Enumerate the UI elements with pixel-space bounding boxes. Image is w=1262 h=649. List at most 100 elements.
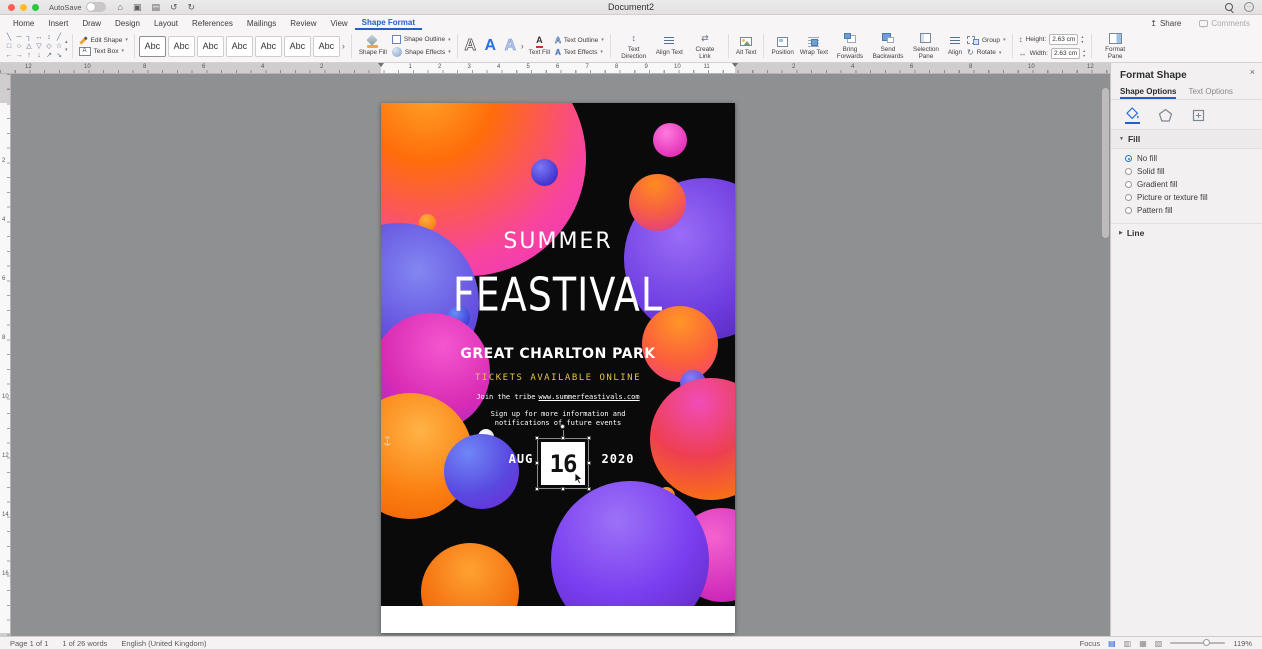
shape-gallery-item[interactable]: ╱ — [54, 33, 64, 42]
outline-view-icon[interactable]: ▦ — [1139, 639, 1147, 648]
shape-style-thumb[interactable]: Abc — [283, 35, 311, 57]
wordart-style-thumb[interactable]: A — [502, 37, 519, 55]
shape-gallery-item[interactable]: ○ — [14, 42, 24, 51]
indent-marker[interactable] — [732, 63, 738, 70]
tab-review[interactable]: Review — [283, 17, 323, 30]
group-button[interactable]: Group ▾ — [965, 35, 1008, 45]
word-count[interactable]: 1 of 26 words — [62, 639, 107, 648]
alt-text-button[interactable]: Alt Text — [733, 35, 760, 56]
shape-gallery-item[interactable]: ← — [4, 51, 14, 60]
tab-text-options[interactable]: Text Options — [1188, 85, 1232, 99]
text-outline-button[interactable]: A Text Outline ▾ — [553, 35, 606, 45]
shape-outline-button[interactable]: Shape Outline ▾ — [390, 35, 453, 44]
height-input[interactable]: 2.63 cm — [1049, 33, 1079, 45]
gallery-up-icon[interactable]: ▴ — [65, 39, 68, 45]
selection-handle[interactable] — [587, 436, 591, 440]
save-icon[interactable]: ▣ — [133, 2, 142, 13]
align-text-button[interactable]: Align Text — [653, 35, 686, 56]
shape-width-field[interactable]: ↔ Width: 2.63 cm ▴ ▾ — [1017, 47, 1088, 59]
shape-style-thumb[interactable]: Abc — [254, 35, 282, 57]
send-backwards-button[interactable]: Send Backwards — [869, 32, 907, 60]
selection-handle[interactable] — [535, 461, 539, 465]
tab-shape-options[interactable]: Shape Options — [1120, 85, 1177, 99]
fill-option-picture-or-texture-fill[interactable]: Picture or texture fill — [1111, 191, 1262, 204]
horizontal-ruler[interactable]: 12 10 8 6 4 2 1 2 3 4 5 6 7 8 9 10 11 2 4 6 8 10 12 — [0, 63, 1110, 74]
selection-handle[interactable] — [561, 487, 565, 491]
comments-button[interactable]: Comments — [1199, 19, 1250, 28]
document-canvas[interactable]: 2 4 6 8 10 12 14 16 SUMMER FEASTIVAL GRE… — [0, 74, 1110, 636]
zoom-window-button[interactable] — [32, 3, 39, 11]
shape-style-thumb[interactable]: Abc — [225, 35, 253, 57]
fill-option-pattern-fill[interactable]: Pattern fill — [1111, 204, 1262, 217]
width-input[interactable]: 2.63 cm — [1051, 47, 1081, 59]
shape-gallery-item[interactable]: ↗ — [44, 51, 54, 60]
create-link-button[interactable]: ⇄ Create Link — [686, 32, 724, 60]
shape-gallery-item[interactable]: △ — [24, 42, 34, 51]
step-up-icon[interactable]: ▴ — [1081, 34, 1083, 39]
shape-fill-button[interactable]: Shape Fill — [356, 35, 390, 56]
zoom-slider[interactable] — [1170, 639, 1226, 646]
tab-mailings[interactable]: Mailings — [240, 17, 283, 30]
step-up-icon[interactable]: ▴ — [1083, 48, 1085, 53]
shape-gallery-item[interactable]: ↑ — [24, 51, 34, 60]
shape-style-thumb[interactable]: Abc — [312, 35, 340, 57]
tab-design[interactable]: Design — [108, 17, 147, 30]
tab-shape-format[interactable]: Shape Format — [354, 16, 423, 30]
effects-icon[interactable] — [1158, 108, 1173, 123]
home-icon[interactable]: ⌂ — [118, 2, 123, 13]
shape-gallery-item[interactable]: ┐ — [24, 33, 34, 42]
zoom-slider-thumb[interactable] — [1203, 639, 1211, 646]
redo-icon[interactable]: ↻ — [188, 2, 196, 13]
poster-shape[interactable]: SUMMER FEASTIVAL GREAT CHARLTON PARK TIC… — [381, 103, 735, 606]
line-section-header[interactable]: ▶ Line — [1111, 223, 1262, 242]
shape-gallery-item[interactable]: □ — [4, 42, 14, 51]
fill-section-header[interactable]: ▼ Fill — [1111, 130, 1262, 149]
tab-insert[interactable]: Insert — [41, 17, 75, 30]
share-button[interactable]: ↥ Share — [1150, 19, 1181, 28]
close-panel-button[interactable]: × — [1250, 68, 1255, 77]
close-window-button[interactable] — [8, 3, 15, 11]
align-button[interactable]: Align — [945, 35, 965, 56]
shape-gallery-item[interactable]: ◇ — [44, 42, 54, 51]
tab-references[interactable]: References — [185, 17, 240, 30]
text-fill-button[interactable]: A Text Fill — [526, 35, 553, 56]
draft-view-icon[interactable]: ▧ — [1155, 639, 1163, 648]
vertical-ruler[interactable]: 2 4 6 8 10 12 14 16 — [0, 74, 11, 636]
height-stepper[interactable]: ▴ ▾ — [1081, 34, 1083, 44]
gallery-down-icon[interactable]: ▾ — [65, 47, 68, 53]
autosave-toggle[interactable]: AutoSave — [49, 2, 106, 12]
step-down-icon[interactable]: ▾ — [1081, 39, 1083, 44]
focus-button[interactable]: Focus — [1080, 639, 1100, 648]
fill-option-gradient-fill[interactable]: Gradient fill — [1111, 178, 1262, 191]
shape-gallery-item[interactable]: ▽ — [34, 42, 44, 51]
account-icon[interactable]: ⋯ — [1244, 2, 1254, 12]
tab-draw[interactable]: Draw — [75, 17, 108, 30]
rotation-handle[interactable] — [560, 424, 565, 429]
style-gallery-more-icon[interactable]: › — [342, 41, 345, 51]
fill-option-no-fill[interactable]: No fill — [1111, 152, 1262, 165]
minimize-window-button[interactable] — [20, 3, 27, 11]
tab-view[interactable]: View — [323, 17, 354, 30]
shape-gallery-item[interactable]: ╲ — [4, 33, 14, 42]
shape-gallery-item[interactable]: ☆ — [54, 42, 64, 51]
selection-handle[interactable] — [587, 487, 591, 491]
document-page[interactable]: SUMMER FEASTIVAL GREAT CHARLTON PARK TIC… — [381, 103, 735, 633]
layout-properties-icon[interactable] — [1191, 108, 1206, 123]
vertical-scrollbar[interactable] — [1102, 88, 1109, 238]
wordart-style-thumb[interactable]: A — [462, 37, 479, 55]
selection-handle[interactable] — [587, 461, 591, 465]
width-stepper[interactable]: ▴ ▾ — [1083, 48, 1085, 58]
wrap-text-button[interactable]: Wrap Text — [797, 35, 831, 56]
bring-forwards-button[interactable]: Bring Forwards — [831, 32, 869, 60]
shape-gallery-item[interactable]: ↘ — [54, 51, 64, 60]
selection-handle[interactable] — [535, 487, 539, 491]
selection-pane-button[interactable]: Selection Pane — [907, 32, 945, 60]
tab-layout[interactable]: Layout — [147, 17, 185, 30]
zoom-level[interactable]: 119% — [1233, 639, 1252, 648]
wordart-style-thumb[interactable]: A — [482, 37, 499, 55]
text-box-button[interactable]: A Text Box ▾ — [77, 46, 130, 56]
undo-icon[interactable]: ↺ — [170, 2, 178, 13]
rotate-button[interactable]: ↻ Rotate ▾ — [965, 48, 1008, 57]
web-layout-view-icon[interactable]: ▥ — [1124, 639, 1132, 648]
fill-option-solid-fill[interactable]: Solid fill — [1111, 165, 1262, 178]
